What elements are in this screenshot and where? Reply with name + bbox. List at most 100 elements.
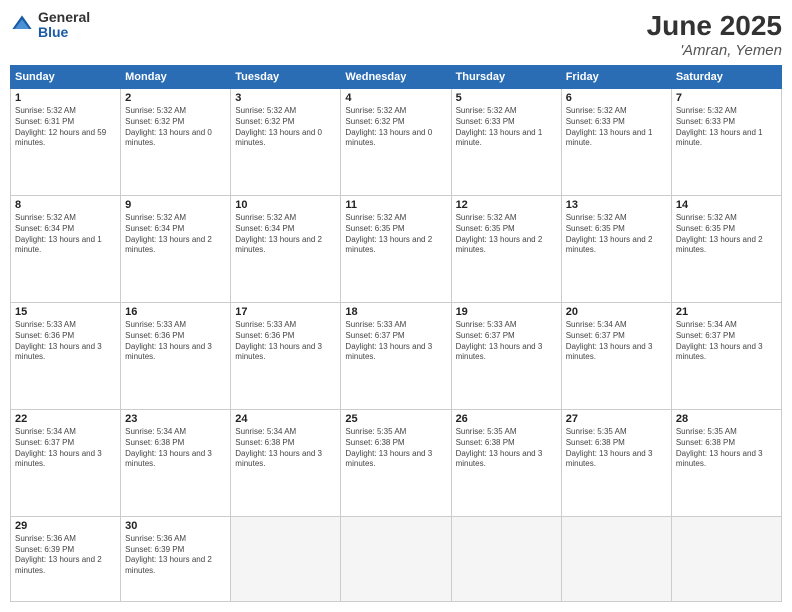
day-number: 12 (456, 199, 557, 211)
day-number: 30 (125, 520, 226, 532)
day-number: 9 (125, 199, 226, 211)
day-info: Sunrise: 5:34 AMSunset: 6:38 PMDaylight:… (235, 427, 336, 470)
day-info: Sunrise: 5:33 AMSunset: 6:36 PMDaylight:… (235, 320, 336, 363)
day-number: 10 (235, 199, 336, 211)
calendar-day-header: Monday (121, 66, 231, 89)
header: General Blue June 2025 'Amran, Yemen (10, 10, 782, 59)
day-info: Sunrise: 5:32 AMSunset: 6:34 PMDaylight:… (235, 213, 336, 256)
calendar-cell: 21 Sunrise: 5:34 AMSunset: 6:37 PMDayligh… (671, 302, 781, 409)
day-info: Sunrise: 5:33 AMSunset: 6:37 PMDaylight:… (345, 320, 446, 363)
day-number: 22 (15, 413, 116, 425)
day-number: 5 (456, 92, 557, 104)
day-info: Sunrise: 5:32 AMSunset: 6:33 PMDaylight:… (566, 106, 667, 149)
day-info: Sunrise: 5:32 AMSunset: 6:35 PMDaylight:… (345, 213, 446, 256)
day-number: 8 (15, 199, 116, 211)
calendar-week-row: 1 Sunrise: 5:32 AMSunset: 6:31 PMDaylight… (11, 89, 782, 196)
day-info: Sunrise: 5:32 AMSunset: 6:35 PMDaylight:… (456, 213, 557, 256)
calendar-cell: 15 Sunrise: 5:33 AMSunset: 6:36 PMDayligh… (11, 302, 121, 409)
title-month: June 2025 (647, 10, 782, 42)
calendar-cell: 5 Sunrise: 5:32 AMSunset: 6:33 PMDaylight… (451, 89, 561, 196)
calendar-table: SundayMondayTuesdayWednesdayThursdayFrid… (10, 65, 782, 602)
day-number: 16 (125, 306, 226, 318)
day-info: Sunrise: 5:32 AMSunset: 6:33 PMDaylight:… (456, 106, 557, 149)
logo-text: General Blue (38, 10, 90, 41)
day-number: 18 (345, 306, 446, 318)
calendar-cell (561, 516, 671, 601)
day-info: Sunrise: 5:32 AMSunset: 6:32 PMDaylight:… (125, 106, 226, 149)
calendar-week-row: 8 Sunrise: 5:32 AMSunset: 6:34 PMDaylight… (11, 195, 782, 302)
calendar-cell: 3Sunrise: 5:32 AMSunset: 6:32 PMDaylight… (231, 89, 341, 196)
day-info: Sunrise: 5:32 AMSunset: 6:35 PMDaylight:… (676, 213, 777, 256)
calendar-cell (451, 516, 561, 601)
calendar-cell: 12 Sunrise: 5:32 AMSunset: 6:35 PMDayligh… (451, 195, 561, 302)
calendar-cell: 19Sunrise: 5:33 AMSunset: 6:37 PMDayligh… (451, 302, 561, 409)
day-number: 23 (125, 413, 226, 425)
calendar-week-row: 29 Sunrise: 5:36 AMSunset: 6:39 PMDayligh… (11, 516, 782, 601)
day-number: 28 (676, 413, 777, 425)
logo-blue: Blue (38, 25, 90, 40)
day-info: Sunrise: 5:35 AMSunset: 6:38 PMDaylight:… (456, 427, 557, 470)
calendar-cell: 9 Sunrise: 5:32 AMSunset: 6:34 PMDaylight… (121, 195, 231, 302)
day-info: Sunrise: 5:34 AMSunset: 6:37 PMDaylight:… (566, 320, 667, 363)
logo-icon (10, 13, 34, 37)
day-number: 4 (345, 92, 446, 104)
day-info: Sunrise: 5:32 AMSunset: 6:34 PMDaylight:… (125, 213, 226, 256)
day-number: 27 (566, 413, 667, 425)
calendar-cell: 7 Sunrise: 5:32 AMSunset: 6:33 PMDaylight… (671, 89, 781, 196)
calendar-cell (231, 516, 341, 601)
day-info: Sunrise: 5:32 AMSunset: 6:32 PMDaylight:… (345, 106, 446, 149)
calendar-cell (341, 516, 451, 601)
logo-general: General (38, 10, 90, 25)
day-info: Sunrise: 5:32 AMSunset: 6:35 PMDaylight:… (566, 213, 667, 256)
day-number: 21 (676, 306, 777, 318)
day-info: Sunrise: 5:32 AMSunset: 6:34 PMDaylight:… (15, 213, 116, 256)
calendar-cell: 4 Sunrise: 5:32 AMSunset: 6:32 PMDaylight… (341, 89, 451, 196)
calendar-cell: 1 Sunrise: 5:32 AMSunset: 6:31 PMDaylight… (11, 89, 121, 196)
day-number: 13 (566, 199, 667, 211)
calendar-day-header: Saturday (671, 66, 781, 89)
day-number: 6 (566, 92, 667, 104)
calendar-cell: 28Sunrise: 5:35 AMSunset: 6:38 PMDayligh… (671, 409, 781, 516)
day-info: Sunrise: 5:33 AMSunset: 6:36 PMDaylight:… (125, 320, 226, 363)
day-number: 7 (676, 92, 777, 104)
logo: General Blue (10, 10, 90, 41)
calendar-cell: 29 Sunrise: 5:36 AMSunset: 6:39 PMDayligh… (11, 516, 121, 601)
calendar-day-header: Friday (561, 66, 671, 89)
day-number: 1 (15, 92, 116, 104)
calendar-cell: 18 Sunrise: 5:33 AMSunset: 6:37 PMDayligh… (341, 302, 451, 409)
calendar-cell: 14 Sunrise: 5:32 AMSunset: 6:35 PMDayligh… (671, 195, 781, 302)
day-number: 24 (235, 413, 336, 425)
day-info: Sunrise: 5:32 AMSunset: 6:32 PMDaylight:… (235, 106, 336, 149)
day-info: Sunrise: 5:32 AMSunset: 6:31 PMDaylight:… (15, 106, 116, 149)
calendar-week-row: 15 Sunrise: 5:33 AMSunset: 6:36 PMDayligh… (11, 302, 782, 409)
day-info: Sunrise: 5:34 AMSunset: 6:37 PMDaylight:… (676, 320, 777, 363)
day-number: 15 (15, 306, 116, 318)
day-info: Sunrise: 5:35 AMSunset: 6:38 PMDaylight:… (345, 427, 446, 470)
day-number: 29 (15, 520, 116, 532)
day-number: 26 (456, 413, 557, 425)
title-location: 'Amran, Yemen (647, 42, 782, 59)
page: General Blue June 2025 'Amran, Yemen Sun… (0, 0, 792, 612)
day-info: Sunrise: 5:34 AMSunset: 6:38 PMDaylight:… (125, 427, 226, 470)
day-info: Sunrise: 5:35 AMSunset: 6:38 PMDaylight:… (566, 427, 667, 470)
calendar-day-header: Sunday (11, 66, 121, 89)
day-number: 14 (676, 199, 777, 211)
calendar-header-row: SundayMondayTuesdayWednesdayThursdayFrid… (11, 66, 782, 89)
day-info: Sunrise: 5:33 AMSunset: 6:36 PMDaylight:… (15, 320, 116, 363)
calendar-cell: 26 Sunrise: 5:35 AMSunset: 6:38 PMDayligh… (451, 409, 561, 516)
day-number: 19 (456, 306, 557, 318)
calendar-cell: 6 Sunrise: 5:32 AMSunset: 6:33 PMDaylight… (561, 89, 671, 196)
calendar-day-header: Thursday (451, 66, 561, 89)
calendar-cell: 24 Sunrise: 5:34 AMSunset: 6:38 PMDayligh… (231, 409, 341, 516)
day-number: 17 (235, 306, 336, 318)
day-info: Sunrise: 5:32 AMSunset: 6:33 PMDaylight:… (676, 106, 777, 149)
day-info: Sunrise: 5:36 AMSunset: 6:39 PMDaylight:… (15, 534, 116, 577)
day-info: Sunrise: 5:34 AMSunset: 6:37 PMDaylight:… (15, 427, 116, 470)
calendar-cell: 27 Sunrise: 5:35 AMSunset: 6:38 PMDayligh… (561, 409, 671, 516)
day-number: 20 (566, 306, 667, 318)
calendar-cell: 30Sunrise: 5:36 AMSunset: 6:39 PMDayligh… (121, 516, 231, 601)
calendar-week-row: 22 Sunrise: 5:34 AMSunset: 6:37 PMDayligh… (11, 409, 782, 516)
calendar-cell: 16 Sunrise: 5:33 AMSunset: 6:36 PMDayligh… (121, 302, 231, 409)
day-number: 25 (345, 413, 446, 425)
calendar-cell: 13 Sunrise: 5:32 AMSunset: 6:35 PMDayligh… (561, 195, 671, 302)
